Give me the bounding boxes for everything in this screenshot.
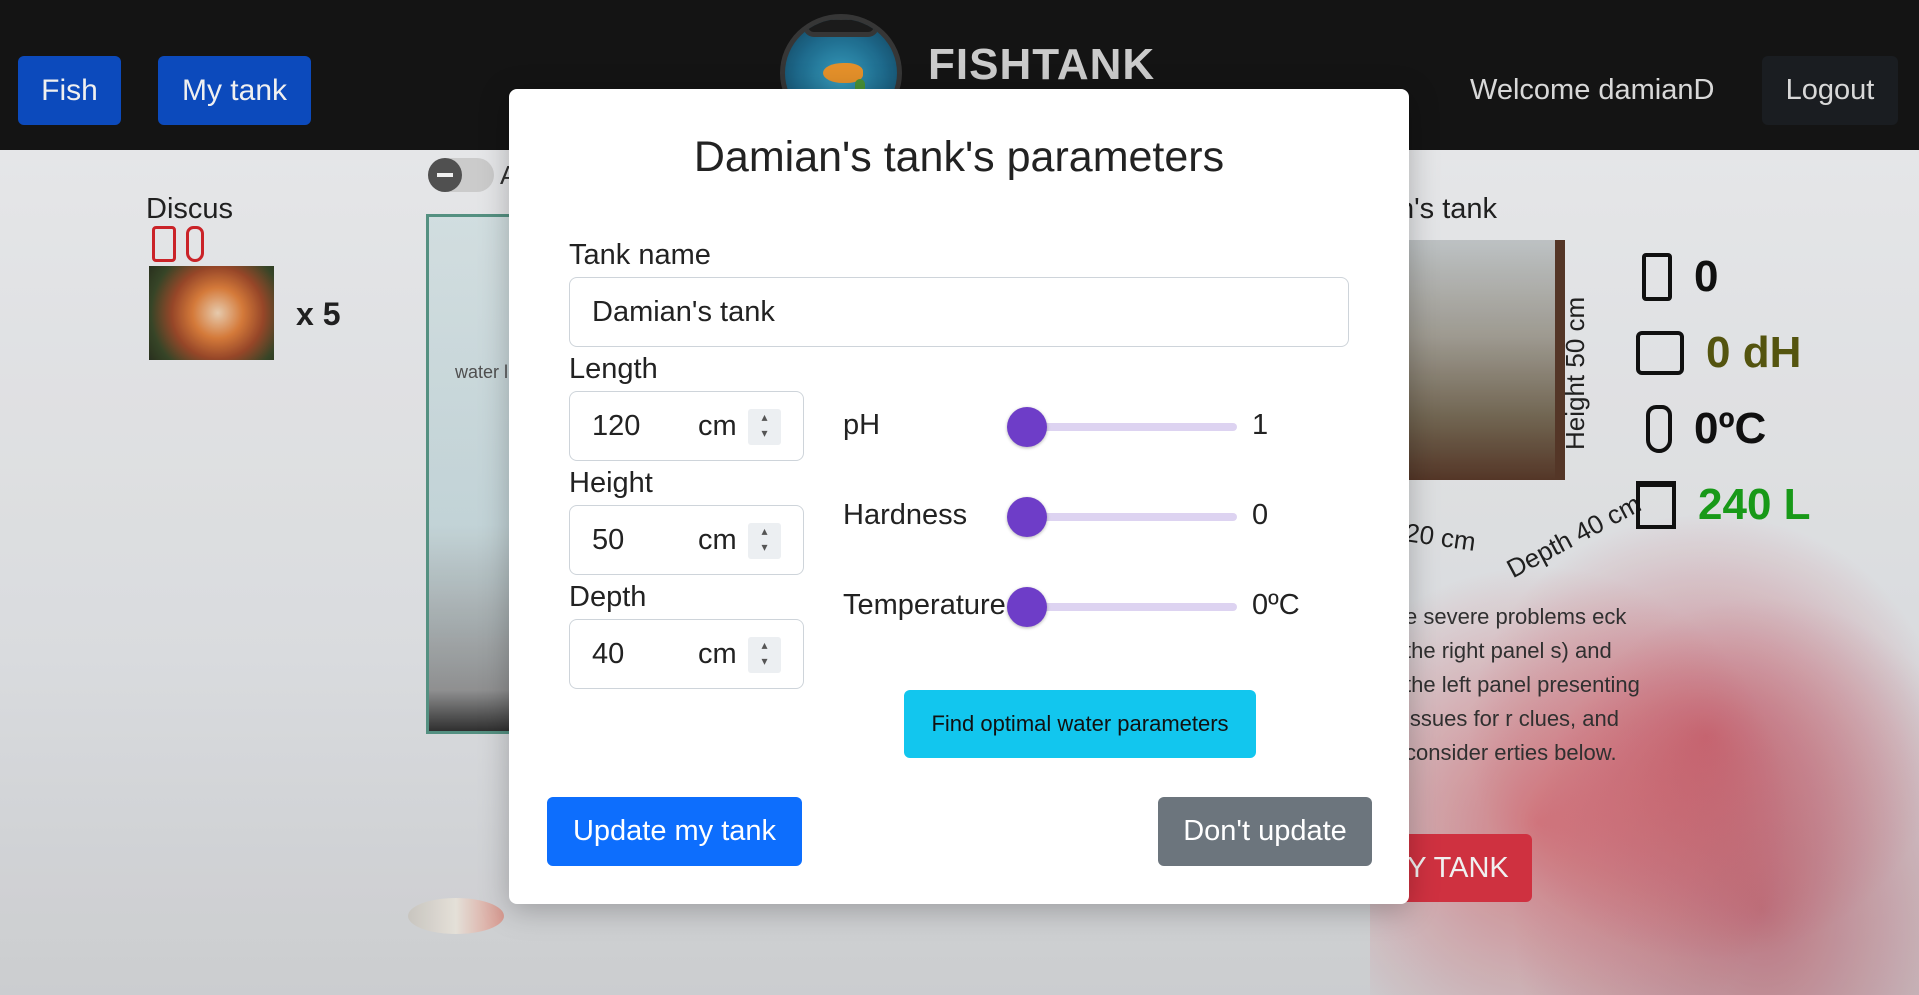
hardness-slider-thumb[interactable] — [1007, 497, 1047, 537]
hardness-slider-value: 0 — [1252, 499, 1269, 531]
length-unit: cm — [698, 410, 737, 442]
update-tank-button[interactable]: Update my tank — [547, 797, 802, 866]
height-input[interactable]: 50 cm ▴ ▾ — [569, 505, 804, 575]
temperature-slider-label: Temperature — [843, 589, 1006, 621]
dont-update-button[interactable]: Don't update — [1158, 797, 1372, 866]
hardness-slider-label: Hardness — [843, 499, 968, 531]
height-unit: cm — [698, 524, 737, 556]
length-label: Length — [569, 353, 658, 385]
length-spinner-icon[interactable]: ▴ ▾ — [748, 409, 781, 445]
depth-spinner-icon[interactable]: ▴ ▾ — [748, 637, 781, 673]
ph-slider-value: 1 — [1252, 409, 1269, 441]
length-value: 120 — [592, 410, 641, 442]
tank-name-label: Tank name — [569, 239, 711, 271]
tank-parameters-modal: Damian's tank's parameters Tank name Len… — [509, 89, 1409, 904]
tank-name-input[interactable] — [569, 277, 1349, 347]
ph-slider-label: pH — [843, 409, 881, 441]
length-input[interactable]: 120 cm ▴ ▾ — [569, 391, 804, 461]
modal-title: Damian's tank's parameters — [693, 133, 1225, 181]
depth-input[interactable]: 40 cm ▴ ▾ — [569, 619, 804, 689]
depth-value: 40 — [592, 638, 625, 670]
depth-unit: cm — [698, 638, 737, 670]
temperature-slider-thumb[interactable] — [1007, 587, 1047, 627]
find-optimal-parameters-button[interactable]: Find optimal water parameters — [904, 690, 1256, 758]
depth-label: Depth — [569, 581, 647, 613]
height-label: Height — [569, 467, 653, 499]
height-spinner-icon[interactable]: ▴ ▾ — [748, 523, 781, 559]
height-value: 50 — [592, 524, 625, 556]
ph-slider-thumb[interactable] — [1007, 407, 1047, 447]
temperature-slider-value: 0ºC — [1252, 589, 1300, 621]
